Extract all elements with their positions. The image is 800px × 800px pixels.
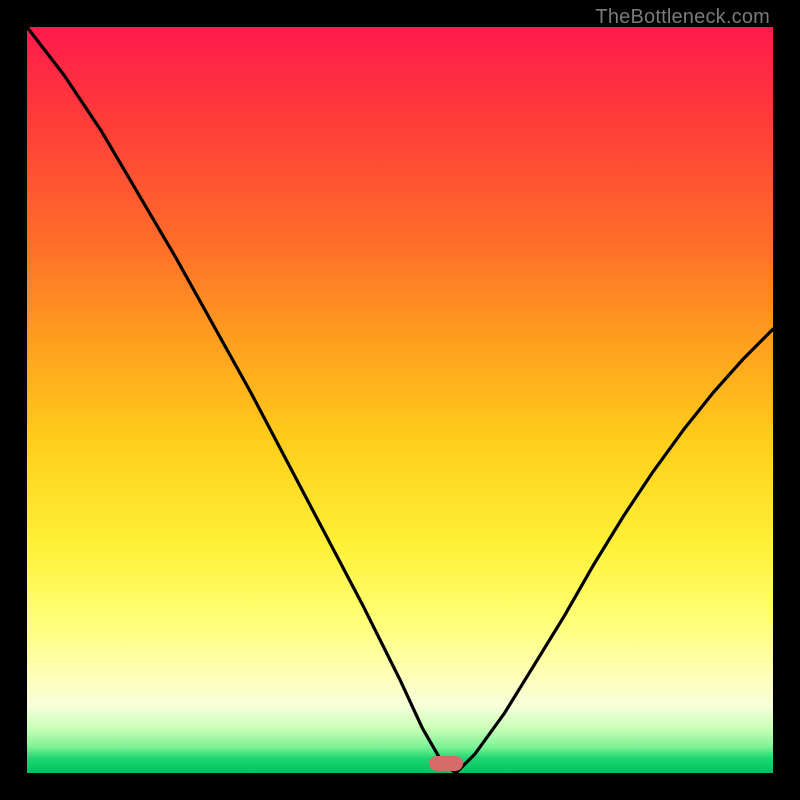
bottleneck-curve — [27, 27, 773, 773]
chart-frame: TheBottleneck.com — [0, 0, 800, 800]
watermark-text: TheBottleneck.com — [595, 6, 770, 29]
curve-right-branch — [456, 329, 773, 773]
minimum-marker — [429, 756, 463, 771]
curve-left-branch — [27, 27, 456, 773]
plot-area — [27, 27, 773, 773]
